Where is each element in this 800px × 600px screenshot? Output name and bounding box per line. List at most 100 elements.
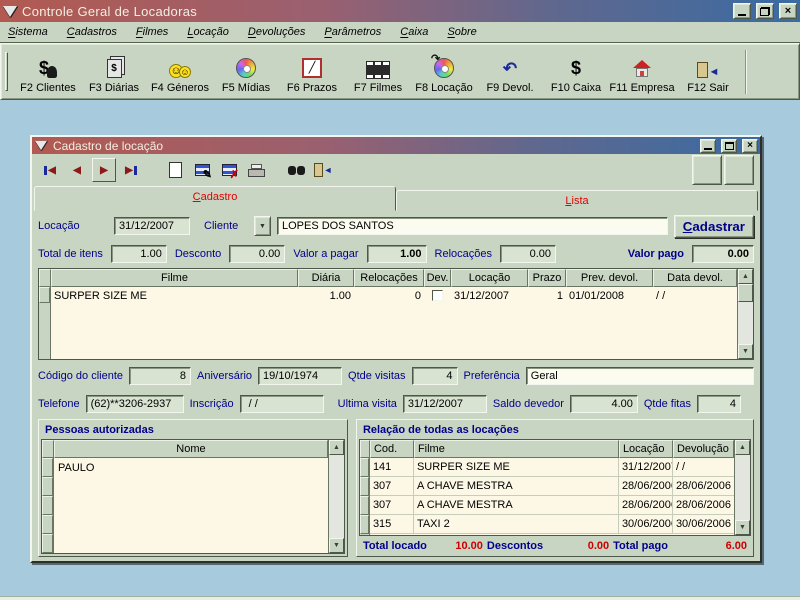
- col-filme: Filme: [51, 269, 298, 287]
- locacoes-panel: Relação de todas as locações Cod. Filme …: [356, 419, 754, 557]
- col-locacao: Locação: [451, 269, 528, 287]
- pessoas-scrollbar[interactable]: ▲ ▼: [328, 440, 344, 553]
- desconto-label: Desconto: [175, 248, 221, 260]
- toolbar-f7-filmes[interactable]: F7 Filmes: [345, 47, 411, 97]
- toolbar-f11-empresa[interactable]: F11 Empresa: [609, 47, 675, 97]
- toolbar-f8-locacao[interactable]: ↷ F8 Locação: [411, 47, 477, 97]
- cadastrar-button[interactable]: Cadastrar: [674, 215, 754, 238]
- toolbar-separator: [745, 50, 747, 94]
- codigo-cliente-label: Código do cliente: [38, 370, 123, 382]
- menu-sistema[interactable]: Sistema: [8, 26, 48, 38]
- toolbar-grip: [5, 52, 8, 91]
- aniversario-label: Aniversário: [197, 370, 252, 382]
- minimize-button[interactable]: [733, 3, 751, 19]
- dev-checkbox[interactable]: [432, 290, 443, 301]
- toolbar-f10-caixa[interactable]: $ F10 Caixa: [543, 47, 609, 97]
- search-button[interactable]: [284, 158, 308, 182]
- next-record-button[interactable]: ▶: [92, 158, 116, 182]
- telefone-field: (62)**3206-2937: [86, 395, 184, 413]
- toolbar-f5-midias[interactable]: F5 Mídias: [213, 47, 279, 97]
- items-grid-header: Filme Diária Relocações Dev. Locação Pra…: [39, 269, 737, 287]
- toolbar-f6-prazos[interactable]: ╱ F6 Prazos: [279, 47, 345, 97]
- arrow-down-icon: ▼: [742, 348, 749, 355]
- window-titlebar: Cadastro de locação ×: [32, 137, 760, 154]
- table-row[interactable]: 315 TAXI 2 30/06/2006 30/06/2006: [370, 515, 734, 534]
- col-cod: Cod.: [370, 440, 414, 458]
- tab-lista[interactable]: Lista: [396, 190, 758, 211]
- scroll-up-button[interactable]: ▲: [735, 440, 750, 455]
- toolbar-f12-sair[interactable]: ◄ F12 Sair: [675, 47, 741, 97]
- table-row[interactable]: 307 A CHAVE MESTRA 28/06/2006 28/06/2006: [370, 496, 734, 515]
- col-devolucao: Devolução: [673, 440, 734, 458]
- window-maximize-button[interactable]: [721, 139, 737, 153]
- menu-caixa[interactable]: Caixa: [400, 26, 428, 38]
- menu-devolucoes[interactable]: Devoluções: [248, 26, 306, 38]
- smiley-faces-icon: ☺☺: [169, 52, 191, 78]
- first-record-button[interactable]: ◀: [38, 158, 62, 182]
- cliente-dropdown-button[interactable]: ▼: [254, 216, 271, 236]
- col-dev: Dev.: [424, 269, 451, 287]
- delete-record-button[interactable]: ✗: [217, 158, 241, 182]
- window-close-button[interactable]: ×: [742, 139, 758, 153]
- list-item[interactable]: PAULO: [54, 458, 328, 477]
- scroll-down-button[interactable]: ▼: [735, 520, 750, 535]
- total-itens-field: 1.00: [111, 245, 167, 263]
- valor-pagar-label: Valor a pagar: [293, 248, 358, 260]
- col-diaria: Diária: [298, 269, 354, 287]
- close-button[interactable]: ×: [779, 3, 797, 19]
- total-locado-value: 10.00: [431, 540, 483, 552]
- toolbar-f2-clientes[interactable]: $ F2 Clientes: [15, 47, 81, 97]
- tab-cadastro[interactable]: Cadastro: [34, 186, 396, 211]
- inscricao-field: / /: [240, 395, 324, 413]
- exit-button[interactable]: ◄: [311, 158, 335, 182]
- close-icon: ×: [785, 6, 791, 17]
- scroll-down-button[interactable]: ▼: [329, 538, 344, 553]
- col-relocacoes: Relocações: [354, 269, 424, 287]
- menu-cadastros[interactable]: Cadastros: [67, 26, 117, 38]
- table-row[interactable]: 307 A CHAVE MESTRA 28/06/2006 28/06/2006: [370, 477, 734, 496]
- scroll-up-button[interactable]: ▲: [329, 440, 344, 455]
- table-row[interactable]: 141 SURPER SIZE ME 31/12/2007 / /: [370, 458, 734, 477]
- saldo-devedor-field: 4.00: [570, 395, 638, 413]
- new-record-button[interactable]: [163, 158, 187, 182]
- cadastro-tab-page: Locação 31/12/2007 Cliente ▼ LOPES DOS S…: [32, 211, 760, 561]
- relocacoes-label: Relocações: [435, 248, 492, 260]
- scrollbar-thumb[interactable]: [738, 284, 753, 302]
- print-button[interactable]: [244, 158, 268, 182]
- prev-record-button[interactable]: ◀: [65, 158, 89, 182]
- table-row[interactable]: SURPER SIZE ME 1.00 0 31/12/2007 1 01/01…: [51, 287, 737, 304]
- menu-sobre[interactable]: Sobre: [447, 26, 476, 38]
- close-icon: ×: [747, 141, 753, 151]
- printer-icon: [248, 164, 265, 177]
- toolbar-f3-diarias[interactable]: $ F3 Diárias: [81, 47, 147, 97]
- total-pago-value: 6.00: [672, 540, 747, 552]
- menu-parametros[interactable]: Parâmetros: [324, 26, 381, 38]
- arrow-up-icon: ▲: [739, 444, 746, 451]
- pessoas-indicator-column: [42, 458, 54, 553]
- window-minimize-button[interactable]: [700, 139, 716, 153]
- app-title: Controle Geral de Locadoras: [22, 4, 728, 19]
- locacao-date-field[interactable]: 31/12/2007: [114, 217, 190, 235]
- preferencia-label: Preferência: [464, 370, 520, 382]
- scroll-down-button[interactable]: ▼: [738, 344, 753, 359]
- menu-locacao[interactable]: Locação: [187, 26, 229, 38]
- arrow-up-icon: ▲: [333, 444, 340, 451]
- edit-record-button[interactable]: ✎: [190, 158, 214, 182]
- toolbar-f4-generos[interactable]: ☺☺ F4 Géneros: [147, 47, 213, 97]
- toolbar-right-panels: [692, 155, 754, 185]
- cliente-name-field[interactable]: LOPES DOS SANTOS: [277, 217, 668, 235]
- restore-icon: [760, 7, 770, 16]
- dollar-icon: $: [571, 52, 581, 78]
- scroll-up-button[interactable]: ▲: [738, 269, 753, 284]
- total-itens-label: Total de itens: [38, 248, 103, 260]
- toolbar-f9-devol[interactable]: ↶ F9 Devol.: [477, 47, 543, 97]
- menu-filmes[interactable]: Filmes: [136, 26, 168, 38]
- qtde-visitas-field: 4: [412, 367, 458, 385]
- locacoes-scrollbar[interactable]: ▲ ▼: [734, 440, 750, 535]
- items-grid-scrollbar[interactable]: ▲ ▼: [737, 269, 753, 359]
- last-record-button[interactable]: ▶: [119, 158, 143, 182]
- restore-button[interactable]: [756, 3, 774, 19]
- locacao-label: Locação: [38, 220, 108, 232]
- qtde-fitas-field: 4: [697, 395, 741, 413]
- telefone-label: Telefone: [38, 398, 80, 410]
